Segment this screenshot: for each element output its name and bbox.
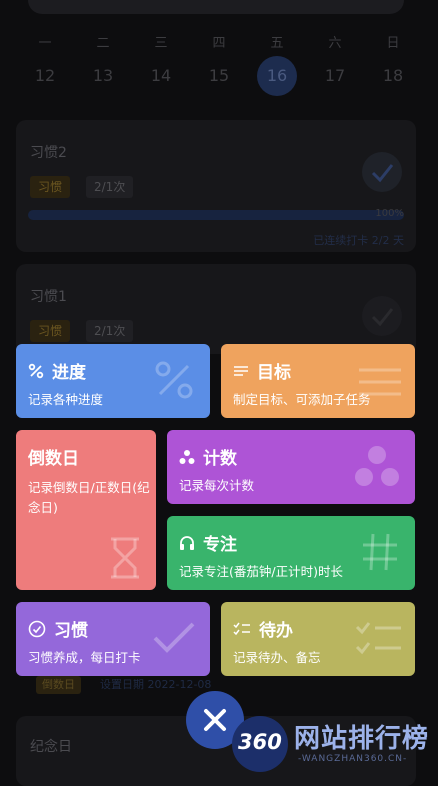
menu-card-title: 计数 [203,449,237,469]
menu-card-todo[interactable]: 待办 记录待办、备忘 [221,602,415,676]
date-cell-selected[interactable]: 16 [248,56,306,96]
date-cell[interactable]: 13 [74,62,132,96]
check-icon [371,164,394,183]
checklist-icon [355,622,401,655]
anniversary-title: 纪念日 [30,739,72,755]
dots-icon [179,449,195,464]
weekday-label: 五 [270,36,284,51]
search-bar[interactable] [28,0,404,14]
weekday-label: 日 [386,36,400,51]
menu-card-countdown[interactable]: 倒数日 记录倒数日/正数日(纪念日) [16,430,156,590]
date-cell[interactable]: 17 [306,62,364,96]
date-cell[interactable]: 18 [364,62,422,96]
menu-card-habit[interactable]: 习惯 习惯养成，每日打卡 [16,602,210,676]
date-cell[interactable]: 12 [16,62,74,96]
menu-card-desc: 记录待办、备忘 [233,650,321,665]
date-cell[interactable]: 14 [132,62,190,96]
weekday-row: 一 二 三 四 五 六 日 [16,32,422,51]
habit-title: 习惯1 [30,289,67,305]
menu-card-title: 目标 [257,363,291,383]
menu-card-count[interactable]: 计数 记录每次计数 [167,430,415,504]
watermark: 360 网站排行榜 -WANGZHAN360.CN- [232,712,438,772]
check-button[interactable] [362,152,402,192]
watermark-url: -WANGZHAN360.CN- [298,754,408,764]
habit-type-tag: 习惯 [30,176,71,198]
weekday-label: 三 [154,36,168,51]
percent-icon [28,363,44,378]
close-icon [204,709,226,731]
habit-card[interactable]: 习惯2 习惯 2/1次 100% 已连续打卡 2/2 天 [16,120,416,252]
lines-icon [359,368,401,396]
habit-count-tag: 2/1次 [86,176,134,198]
countdown-tag: 倒数日 [36,676,81,694]
watermark-logo-text: 360 [238,730,282,754]
menu-card-goal[interactable]: 目标 制定目标、可添加子任务 [221,344,415,418]
habit-progress-label: 100% [375,208,404,219]
habit-title: 习惯2 [30,145,67,161]
menu-card-focus[interactable]: 专注 记录专注(番茄钟/正计时)时长 [167,516,415,590]
dots-icon [355,446,399,486]
habit-streak-text: 已连续打卡 2/2 天 [313,234,404,247]
weekday-label: 二 [96,36,110,51]
check-icon [153,622,195,653]
weekday-label: 一 [38,36,52,51]
menu-card-desc: 习惯养成，每日打卡 [28,650,141,665]
menu-card-desc: 记录每次计数 [179,478,255,493]
menu-card-title: 倒数日 [28,449,79,469]
checklist-icon [233,622,250,635]
menu-card-title: 进度 [52,363,86,383]
countdown-date: 设置日期 2022-12-08 [100,678,212,691]
check-circle-icon [28,620,46,637]
habit-type-tag: 习惯 [30,320,71,342]
headphones-icon [180,535,194,550]
check-button[interactable] [362,296,402,336]
menu-card-progress[interactable]: 进度 记录各种进度 [16,344,210,418]
lines-icon [234,365,248,376]
percent-icon [155,361,193,399]
weekday-label: 六 [328,36,342,51]
menu-card-desc: 记录倒数日/正数日(纪念日) [28,480,150,515]
habit-count-tag: 2/1次 [86,320,134,342]
menu-card-title: 专注 [203,535,237,555]
hourglass-icon [111,537,139,579]
date-cell[interactable]: 15 [190,62,248,96]
menu-card-desc: 制定目标、可添加子任务 [233,392,371,407]
weekday-label: 四 [212,36,226,51]
menu-card-desc: 记录各种进度 [28,392,104,407]
menu-card-title: 待办 [259,621,293,641]
hash-icon [363,533,397,571]
watermark-name: 网站排行榜 [294,724,430,754]
date-row: 12 13 14 15 16 17 18 [16,56,422,96]
habit-progress-bar [28,210,404,220]
menu-card-desc: 记录专注(番茄钟/正计时)时长 [179,564,343,579]
check-icon [371,308,394,327]
menu-card-title: 习惯 [54,621,88,641]
habit-card[interactable]: 习惯1 习惯 2/1次 [16,264,416,354]
